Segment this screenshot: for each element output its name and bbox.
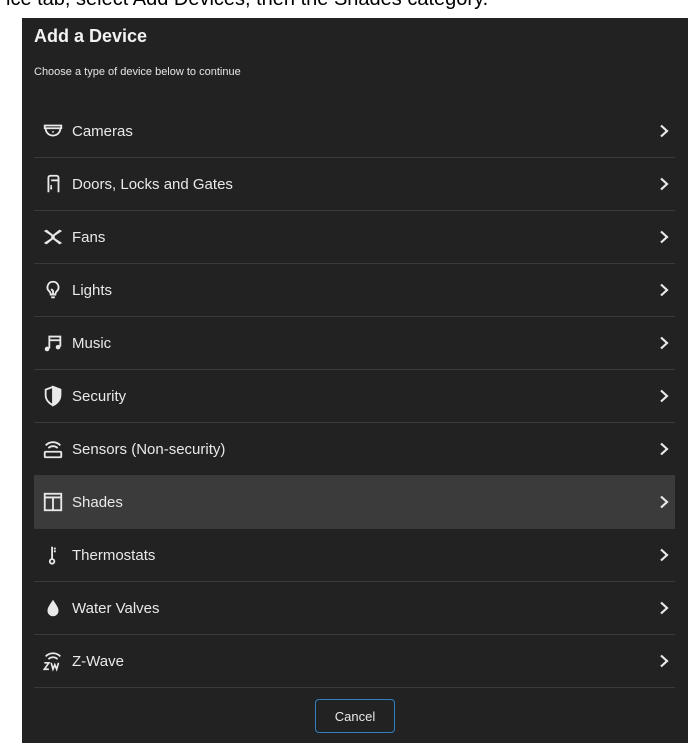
chevron-right-icon <box>657 601 671 615</box>
camera-icon <box>42 120 64 142</box>
dialog-title: Add a Device <box>34 26 148 46</box>
water-drop-icon <box>42 597 64 619</box>
device-type-label: Doors, Locks and Gates <box>72 175 233 193</box>
shades-icon <box>42 491 64 513</box>
zwave-icon <box>42 650 64 672</box>
shield-icon <box>42 385 64 407</box>
device-type-item-thermostats[interactable]: Thermostats <box>34 529 675 582</box>
chevron-right-icon <box>657 336 671 350</box>
device-type-label: Sensors (Non-security) <box>72 440 226 458</box>
device-type-item-cameras[interactable]: Cameras <box>34 105 675 158</box>
device-type-item-water-valves[interactable]: Water Valves <box>34 582 675 635</box>
chevron-right-icon <box>657 495 671 509</box>
device-type-label: Z-Wave <box>72 652 124 670</box>
device-type-list: Cameras Doors, Locks and Gates Fans Ligh… <box>34 105 675 688</box>
device-type-label: Security <box>72 387 127 405</box>
device-type-label: Fans <box>72 228 106 246</box>
chevron-right-icon <box>657 389 671 403</box>
chevron-right-icon <box>657 283 671 297</box>
caption-text: ice tab, select Add Devices, then the Sh… <box>6 0 488 11</box>
device-type-label: Water Valves <box>72 599 160 617</box>
device-type-label: Shades <box>72 493 123 511</box>
thermometer-icon <box>42 544 64 566</box>
device-type-item-music[interactable]: Music <box>34 317 675 370</box>
door-lock-icon <box>42 173 64 195</box>
lightbulb-icon <box>42 279 64 301</box>
chevron-right-icon <box>657 230 671 244</box>
device-type-item-shades[interactable]: Shades <box>34 476 675 529</box>
music-icon <box>42 332 64 354</box>
device-type-label: Lights <box>72 281 113 299</box>
device-type-item-zwave[interactable]: Z-Wave <box>34 635 675 688</box>
fan-icon <box>42 226 64 248</box>
chevron-right-icon <box>657 442 671 456</box>
device-type-item-fans[interactable]: Fans <box>34 211 675 264</box>
caption-strip: ice tab, select Add Devices, then the Sh… <box>0 0 688 18</box>
device-type-item-sensors[interactable]: Sensors (Non-security) <box>34 423 675 476</box>
device-type-item-lights[interactable]: Lights <box>34 264 675 317</box>
device-type-item-security[interactable]: Security <box>34 370 675 423</box>
device-type-label: Thermostats <box>72 546 156 564</box>
chevron-right-icon <box>657 654 671 668</box>
add-device-dialog: Add a Device Choose a type of device bel… <box>22 18 688 743</box>
chevron-right-icon <box>657 124 671 138</box>
device-type-label: Music <box>72 334 112 352</box>
dialog-subtitle: Choose a type of device below to continu… <box>34 66 241 78</box>
sensor-icon <box>42 438 64 460</box>
device-type-item-doors-locks-gates[interactable]: Doors, Locks and Gates <box>34 158 675 211</box>
device-type-label: Cameras <box>72 122 133 140</box>
chevron-right-icon <box>657 548 671 562</box>
chevron-right-icon <box>657 177 671 191</box>
cancel-button[interactable]: Cancel <box>315 699 395 733</box>
